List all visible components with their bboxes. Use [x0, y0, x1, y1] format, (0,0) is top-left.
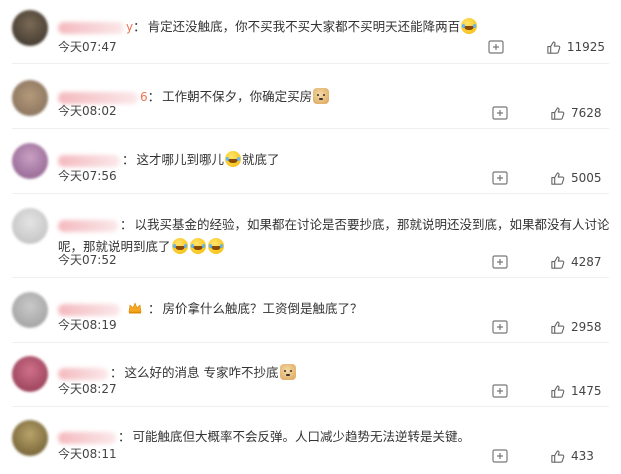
- share-icon[interactable]: [492, 449, 508, 463]
- like-icon[interactable]: [550, 449, 565, 464]
- comment-text: 工作朝不保夕，你确定买房: [162, 89, 313, 104]
- comment-actions: 11925: [488, 37, 605, 57]
- like-icon[interactable]: [550, 255, 565, 270]
- like-count: 433: [571, 449, 594, 463]
- comment-actions: 1475: [492, 381, 605, 401]
- comment-actions: 2958: [492, 317, 605, 337]
- comment-time: 今天07:47: [58, 40, 117, 54]
- laugh-cry-emoji: [207, 238, 224, 254]
- comment-line: ：可能触底但大概率不会反弹。人口减少趋势无法逆转是关键。: [58, 426, 609, 448]
- like-count: 4287: [571, 255, 602, 269]
- share-icon[interactable]: [492, 106, 508, 120]
- comment-text: 肯定还没触底，你不买我不买大家都不买明天还能降两百: [147, 19, 461, 34]
- doge-emoji: [313, 88, 330, 104]
- laugh-cry-emoji: [189, 238, 206, 254]
- avatar[interactable]: [12, 10, 48, 46]
- comment-actions: 5005: [492, 168, 605, 188]
- avatar[interactable]: [12, 80, 48, 116]
- divider: [12, 277, 609, 278]
- comment-actions: 4287: [492, 252, 605, 272]
- like-icon[interactable]: [546, 40, 561, 55]
- like-count: 11925: [566, 40, 605, 54]
- comment-text: 以我买基金的经验，如果都在讨论是否要抄底，那就说明还没到底，如果都没有人讨论呢，…: [58, 217, 610, 254]
- divider: [12, 63, 609, 64]
- doge-emoji: [279, 364, 296, 380]
- like-count: 2958: [571, 320, 602, 334]
- username-tail[interactable]: 6: [140, 90, 148, 104]
- like-count: 7628: [571, 106, 602, 120]
- laugh-cry-emoji: [225, 151, 242, 167]
- username[interactable]: [58, 21, 124, 34]
- divider: [12, 193, 609, 194]
- comment-text: 房价拿什么触底？工资倒是触底了？: [162, 301, 363, 316]
- like-icon[interactable]: [550, 384, 565, 399]
- divider: [12, 128, 609, 129]
- laugh-cry-emoji: [461, 18, 478, 34]
- comment-actions: 433: [492, 446, 605, 466]
- username[interactable]: [58, 219, 118, 232]
- comment-time: 今天07:56: [58, 169, 117, 183]
- like-icon[interactable]: [550, 320, 565, 335]
- like-icon[interactable]: [550, 171, 565, 186]
- comment-text-continued: 就底了: [242, 152, 280, 167]
- comment-text: 这么好的消息 专家咋不抄底: [124, 365, 279, 380]
- avatar[interactable]: [12, 208, 48, 244]
- comment-text: 这才哪儿到哪儿: [136, 152, 225, 167]
- share-icon[interactable]: [492, 255, 508, 269]
- comment-actions: 7628: [492, 103, 605, 123]
- like-count: 1475: [571, 384, 602, 398]
- avatar[interactable]: [12, 356, 48, 392]
- divider: [12, 342, 609, 343]
- comment-time: 今天08:19: [58, 318, 117, 332]
- share-icon[interactable]: [492, 384, 508, 398]
- avatar[interactable]: [12, 143, 48, 179]
- comment-time: 今天08:11: [58, 447, 117, 461]
- username[interactable]: [58, 154, 120, 167]
- comment-time: 今天08:02: [58, 104, 117, 118]
- username[interactable]: [58, 303, 120, 316]
- comment-time: 今天08:27: [58, 382, 117, 396]
- username[interactable]: [58, 367, 108, 380]
- laugh-cry-emoji: [171, 238, 188, 254]
- divider: [12, 406, 609, 407]
- like-icon[interactable]: [550, 106, 565, 121]
- share-icon[interactable]: [492, 171, 508, 185]
- crown-icon: [128, 302, 142, 314]
- share-icon[interactable]: [488, 40, 504, 54]
- like-count: 5005: [571, 171, 602, 185]
- comment-time: 今天07:52: [58, 253, 117, 267]
- avatar[interactable]: [12, 420, 48, 456]
- avatar[interactable]: [12, 292, 48, 328]
- username[interactable]: [58, 431, 116, 444]
- comment-text: 可能触底但大概率不会反弹。人口减少趋势无法逆转是关键。: [132, 429, 471, 444]
- share-icon[interactable]: [492, 320, 508, 334]
- comment-line: y： 肯定还没触底，你不买我不买大家都不买明天还能降两百: [58, 16, 609, 38]
